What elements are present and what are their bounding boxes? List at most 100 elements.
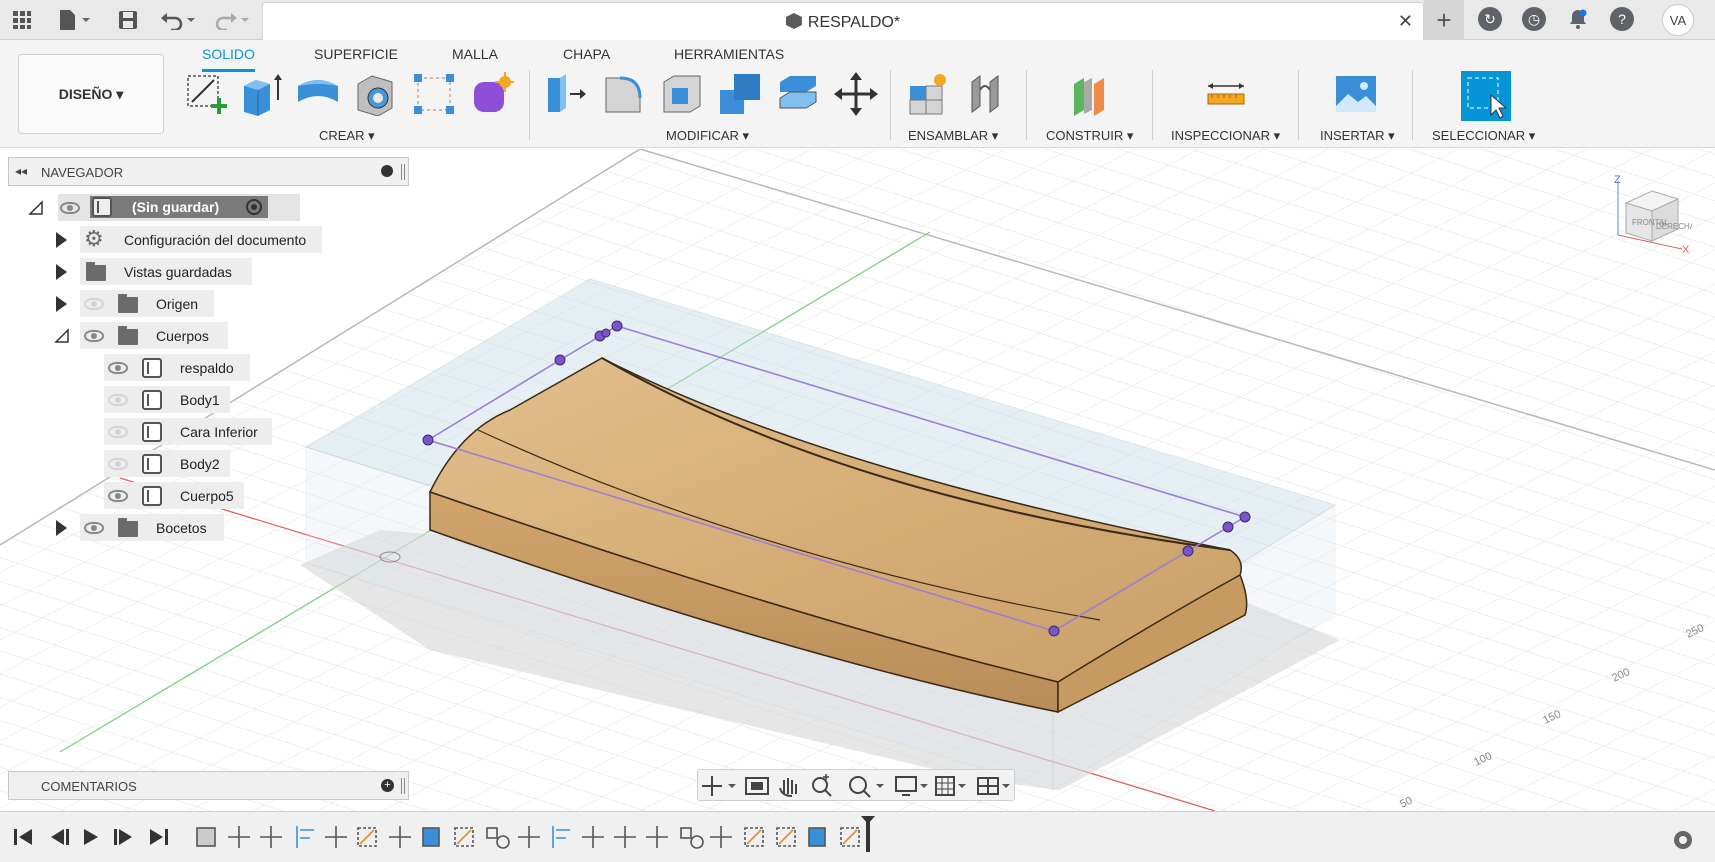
tree-item-sketches[interactable]: Bocetos bbox=[52, 514, 232, 542]
timeline-play-icon[interactable] bbox=[84, 829, 98, 845]
group-ensamblar[interactable]: ENSAMBLAR ▾ bbox=[908, 128, 998, 144]
job-status-icon[interactable]: ◷ bbox=[1522, 7, 1546, 31]
offset-face-icon[interactable] bbox=[776, 72, 820, 116]
group-inspeccionar[interactable]: INSPECCIONAR ▾ bbox=[1171, 128, 1280, 144]
timeline-feature-move-icon[interactable] bbox=[646, 826, 668, 848]
orbit-icon[interactable] bbox=[702, 776, 736, 796]
body-row[interactable]: Body2 bbox=[104, 450, 264, 478]
comments-pin-icon[interactable] bbox=[401, 778, 405, 794]
fit-icon[interactable] bbox=[849, 776, 884, 798]
collapsed-triangle-icon[interactable] bbox=[56, 264, 67, 280]
timeline-feature-extrude-icon[interactable] bbox=[422, 827, 440, 847]
group-construir[interactable]: CONSTRUIR ▾ bbox=[1046, 128, 1133, 144]
apps-grid-icon[interactable] bbox=[8, 6, 36, 34]
timeline-feature-sketch-icon[interactable] bbox=[357, 827, 377, 847]
zoom-icon[interactable] bbox=[812, 774, 832, 797]
group-insertar[interactable]: INSERTAR ▾ bbox=[1320, 128, 1395, 144]
move-icon[interactable] bbox=[834, 72, 878, 116]
visibility-eye-icon[interactable] bbox=[108, 490, 128, 502]
timeline-feature-sketch-icon[interactable] bbox=[840, 827, 860, 847]
timeline-start-icon[interactable] bbox=[14, 829, 32, 845]
expanded-triangle-icon[interactable] bbox=[54, 328, 70, 344]
timeline-feature-body-icon[interactable] bbox=[196, 827, 216, 847]
timeline-feature-align-icon[interactable] bbox=[552, 826, 570, 848]
workspace-switcher[interactable]: DISEÑO ▾ bbox=[18, 54, 164, 134]
add-comment-icon[interactable]: + bbox=[381, 779, 394, 792]
body-row[interactable]: Cuerpo5 bbox=[104, 482, 264, 510]
timeline-feature-move-icon[interactable] bbox=[582, 826, 604, 848]
timeline-previous-icon[interactable] bbox=[51, 829, 69, 845]
close-tab-icon[interactable]: ✕ bbox=[1398, 11, 1413, 32]
look-at-icon[interactable] bbox=[745, 777, 769, 795]
timeline-feature-move-icon[interactable] bbox=[260, 826, 282, 848]
timeline-feature-extrude-icon[interactable] bbox=[808, 827, 826, 847]
notifications-icon[interactable] bbox=[1566, 7, 1590, 31]
expanded-triangle-icon[interactable] bbox=[28, 200, 44, 216]
hidden-eye-icon[interactable] bbox=[108, 426, 128, 438]
timeline-feature-move-icon[interactable] bbox=[228, 826, 250, 848]
joint-icon[interactable] bbox=[964, 72, 1008, 116]
body-row[interactable]: respaldo bbox=[104, 354, 264, 382]
new-tab-icon[interactable]: + bbox=[1424, 0, 1464, 40]
shell-icon[interactable] bbox=[660, 72, 704, 116]
save-icon[interactable] bbox=[114, 6, 142, 34]
timeline-feature-move-icon[interactable] bbox=[389, 826, 411, 848]
display-settings-icon[interactable] bbox=[895, 776, 928, 796]
group-seleccionar[interactable]: SELECCIONAR ▾ bbox=[1432, 128, 1535, 144]
collapse-browser-icon[interactable]: ◂◂ bbox=[15, 164, 27, 178]
extensions-icon[interactable]: ↻ bbox=[1478, 7, 1502, 31]
fillet-icon[interactable] bbox=[602, 72, 646, 116]
press-pull-icon[interactable] bbox=[544, 72, 588, 116]
redo-icon[interactable] bbox=[210, 6, 252, 34]
help-icon[interactable]: ? bbox=[1610, 7, 1634, 31]
timeline-next-icon[interactable] bbox=[114, 829, 132, 845]
insert-image-icon[interactable] bbox=[1334, 72, 1378, 116]
group-modificar[interactable]: MODIFICAR ▾ bbox=[666, 128, 749, 144]
activate-radio-icon[interactable] bbox=[246, 199, 262, 215]
revolve-icon[interactable] bbox=[296, 72, 340, 116]
timeline-feature-joint-icon[interactable] bbox=[680, 827, 704, 849]
visibility-eye-icon[interactable] bbox=[84, 522, 104, 534]
tree-item-origin[interactable]: Origen bbox=[52, 290, 222, 318]
extrude-icon[interactable] bbox=[240, 72, 284, 116]
select-icon[interactable] bbox=[1461, 71, 1511, 121]
pan-icon[interactable] bbox=[779, 778, 797, 797]
measure-icon[interactable] bbox=[1204, 72, 1248, 116]
timeline-feature-move-icon[interactable] bbox=[710, 826, 732, 848]
hidden-eye-icon[interactable] bbox=[84, 298, 104, 310]
timeline-settings-icon[interactable] bbox=[1674, 831, 1692, 849]
view-cube[interactable]: FRONTAL DERECHA Z X bbox=[1612, 174, 1696, 256]
body-row[interactable]: Body1 bbox=[104, 386, 264, 414]
comments-panel[interactable]: COMENTARIOS + bbox=[8, 771, 409, 800]
file-menu-icon[interactable] bbox=[56, 6, 96, 34]
grid-settings-icon[interactable] bbox=[935, 776, 966, 796]
tab-malla[interactable]: MALLA bbox=[452, 46, 498, 69]
combine-icon[interactable] bbox=[718, 72, 762, 116]
collapsed-triangle-icon[interactable] bbox=[56, 232, 67, 248]
hidden-eye-icon[interactable] bbox=[108, 394, 128, 406]
body-row[interactable]: Cara Inferior bbox=[104, 418, 284, 446]
tab-solido[interactable]: SOLIDO bbox=[202, 46, 255, 72]
new-component-icon[interactable] bbox=[906, 72, 950, 116]
timeline-marker[interactable] bbox=[861, 816, 875, 852]
group-crear[interactable]: CREAR ▾ bbox=[319, 128, 375, 144]
visibility-eye-icon[interactable] bbox=[60, 202, 80, 214]
timeline-feature-move-icon[interactable] bbox=[325, 826, 347, 848]
timeline-end-icon[interactable] bbox=[150, 829, 168, 845]
timeline-feature-sketch-icon[interactable] bbox=[776, 827, 796, 847]
visibility-eye-icon[interactable] bbox=[84, 330, 104, 342]
hole-icon[interactable] bbox=[354, 72, 398, 117]
tab-chapa[interactable]: CHAPA bbox=[563, 46, 610, 69]
browser-pin-icon[interactable] bbox=[401, 164, 405, 180]
tree-item-saved-views[interactable]: Vistas guardadas bbox=[52, 258, 252, 286]
tab-superficie[interactable]: SUPERFICIE bbox=[314, 46, 398, 69]
collapsed-triangle-icon[interactable] bbox=[56, 296, 67, 312]
browser-header[interactable]: ◂◂ NAVEGADOR bbox=[8, 157, 409, 186]
pattern-icon[interactable] bbox=[412, 72, 456, 116]
timeline-feature-move-icon[interactable] bbox=[518, 826, 540, 848]
tab-herramientas[interactable]: HERRAMIENTAS bbox=[674, 46, 784, 69]
document-tab[interactable]: RESPALDO* ✕ bbox=[262, 2, 1424, 40]
undo-icon[interactable] bbox=[158, 6, 200, 34]
form-icon[interactable] bbox=[470, 72, 515, 116]
offset-plane-icon[interactable] bbox=[1070, 72, 1114, 116]
